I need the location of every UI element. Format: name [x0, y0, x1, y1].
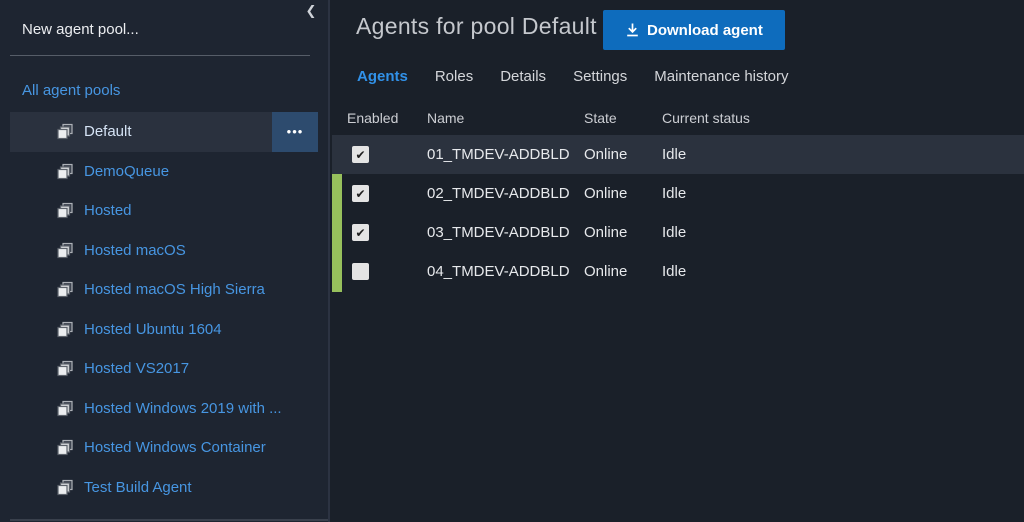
sidebar-item-pool[interactable]: DemoQueue	[0, 152, 330, 192]
pool-list: Default ••• DemoQueue Hosted Hosted macO…	[0, 112, 330, 507]
agent-state: Online	[584, 224, 628, 241]
sidebar-item-pool[interactable]: Hosted Windows 2019 with ...	[0, 389, 330, 429]
page-title: Agents for pool Default	[356, 13, 597, 39]
agent-pool-icon	[57, 439, 74, 456]
download-agent-button[interactable]: Download agent	[603, 10, 785, 50]
agent-pool-icon	[57, 123, 74, 140]
agent-state: Online	[584, 263, 628, 280]
agent-pools-sidebar: ❮ New agent pool... All agent pools Defa…	[0, 0, 330, 522]
column-header-name: Name	[427, 110, 465, 126]
agent-name: 02_TMDEV-ADDBLD	[427, 185, 570, 202]
sidebar-item-pool[interactable]: Hosted macOS High Sierra	[0, 270, 330, 310]
tab-agents[interactable]: Agents	[357, 64, 408, 89]
agent-status: Idle	[662, 146, 687, 163]
pool-label: Hosted macOS	[84, 241, 186, 259]
column-header-enabled: Enabled	[347, 110, 399, 126]
agent-enabled-checkbox[interactable]	[352, 146, 369, 163]
table-row[interactable]: 04_TMDEV-ADDBLD Online Idle	[332, 252, 1024, 291]
sidebar-item-pool[interactable]: Hosted VS2017	[0, 349, 330, 389]
collapse-sidebar-icon[interactable]: ❮	[302, 2, 320, 20]
pool-details-panel: Agents for pool Default Download agent A…	[332, 0, 1024, 522]
tab-maintenance-history[interactable]: Maintenance history	[654, 64, 788, 89]
tab-details[interactable]: Details	[500, 64, 546, 89]
agent-name: 04_TMDEV-ADDBLD	[427, 263, 570, 280]
agent-enabled-checkbox[interactable]	[352, 263, 369, 280]
table-row[interactable]: 02_TMDEV-ADDBLD Online Idle	[332, 174, 1024, 213]
sidebar-item-pool[interactable]: Hosted Windows Container	[0, 428, 330, 468]
agents-table-header: Enabled Name State Current status	[332, 104, 1024, 134]
agent-pool-icon	[57, 360, 74, 377]
table-row[interactable]: 03_TMDEV-ADDBLD Online Idle	[332, 213, 1024, 252]
pool-label: DemoQueue	[84, 162, 170, 180]
agent-status: Idle	[662, 224, 687, 241]
sidebar-scrollbar-track	[10, 519, 328, 521]
agent-pool-icon	[57, 163, 74, 180]
pool-label: Hosted Ubuntu 1604	[84, 320, 222, 338]
all-agent-pools-link[interactable]: All agent pools	[22, 82, 120, 99]
agent-state: Online	[584, 146, 628, 163]
sidebar-item-pool[interactable]: Hosted Ubuntu 1604	[0, 310, 330, 350]
pool-label: Hosted macOS High Sierra	[84, 281, 265, 299]
agent-pool-icon	[57, 242, 74, 259]
pool-label: Default	[84, 123, 132, 141]
new-agent-pool-button[interactable]: New agent pool...	[22, 21, 139, 38]
more-options-button[interactable]: •••	[272, 112, 318, 152]
column-header-state: State	[584, 110, 617, 126]
pool-label: Hosted Windows Container	[84, 439, 266, 457]
pool-tabs: Agents Roles Details Settings Maintenanc…	[357, 64, 789, 89]
pool-label: Hosted VS2017	[84, 360, 190, 378]
pool-label: Test Build Agent	[84, 478, 192, 496]
download-icon	[625, 22, 640, 38]
agent-enabled-checkbox[interactable]	[352, 185, 369, 202]
agents-table: 01_TMDEV-ADDBLD Online Idle 02_TMDEV-ADD…	[332, 135, 1024, 291]
column-header-current-status: Current status	[662, 110, 750, 126]
agent-name: 01_TMDEV-ADDBLD	[427, 146, 570, 163]
agent-enabled-checkbox[interactable]	[352, 224, 369, 241]
sidebar-item-pool-default[interactable]: Default •••	[10, 112, 318, 152]
agent-pool-icon	[57, 281, 74, 298]
agent-pool-icon	[57, 400, 74, 417]
download-agent-label: Download agent	[647, 21, 763, 39]
agent-status: Idle	[662, 263, 687, 280]
ellipsis-icon: •••	[286, 123, 304, 139]
sidebar-item-pool[interactable]: Hosted macOS	[0, 231, 330, 271]
agent-state: Online	[584, 185, 628, 202]
agent-name: 03_TMDEV-ADDBLD	[427, 224, 570, 241]
tab-roles[interactable]: Roles	[435, 64, 473, 89]
pool-label: Hosted	[84, 202, 132, 220]
tab-settings[interactable]: Settings	[573, 64, 627, 89]
agent-pool-icon	[57, 321, 74, 338]
agent-status: Idle	[662, 185, 687, 202]
agent-pool-icon	[57, 202, 74, 219]
sidebar-item-pool[interactable]: Test Build Agent	[0, 468, 330, 508]
agent-pool-icon	[57, 479, 74, 496]
sidebar-divider	[10, 55, 310, 56]
sidebar-item-pool[interactable]: Hosted	[0, 191, 330, 231]
table-row[interactable]: 01_TMDEV-ADDBLD Online Idle	[332, 135, 1024, 174]
pool-label: Hosted Windows 2019 with ...	[84, 399, 282, 417]
